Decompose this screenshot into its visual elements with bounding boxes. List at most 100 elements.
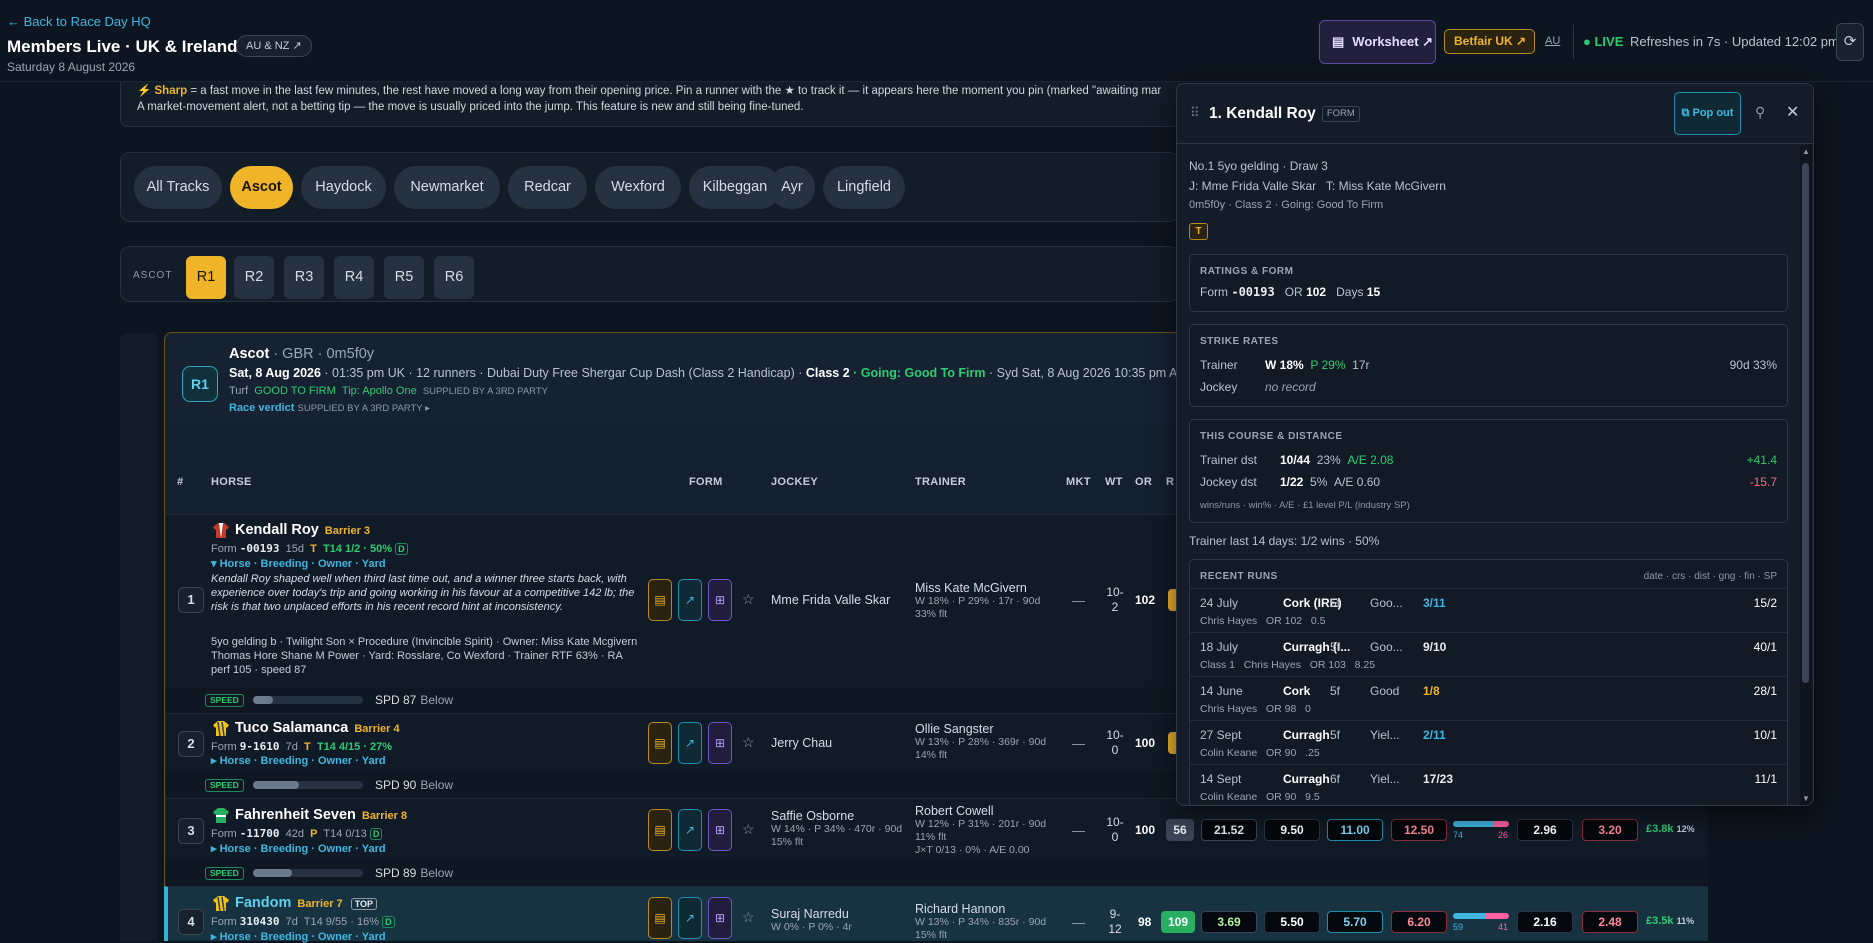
track-tab-kilbeggan[interactable]: Kilbeggan xyxy=(689,166,781,209)
region-switch-pill[interactable]: AU & NZ ↗ xyxy=(236,35,312,57)
track-tab-haydock[interactable]: Haydock xyxy=(301,166,386,209)
race-verdict-toggle[interactable]: Race verdict SUPPLIED BY A 3RD PARTY ▸ xyxy=(229,402,430,414)
notes-icon: ▤ xyxy=(654,736,666,750)
form-summary: Form -11700 42d P T14 0/13 D xyxy=(211,827,383,840)
race-tab-r6[interactable]: R6 xyxy=(434,256,474,299)
external-link-icon: ⧉ xyxy=(1681,107,1693,119)
pin-star-icon[interactable]: ☆ xyxy=(742,821,755,838)
course-distance-card: THIS COURSE & DISTANCE Trainer dst 10/44… xyxy=(1189,419,1788,523)
panel-header: ⠿ 1. Kendall Roy FORM ⧉ Pop out ⚲ ✕ xyxy=(1177,84,1813,144)
speed-tag: SPEED xyxy=(205,867,244,880)
drag-handle-icon[interactable]: ⠿ xyxy=(1190,105,1200,121)
col-horse[interactable]: HORSE xyxy=(211,476,252,488)
market-value: — xyxy=(1072,823,1085,838)
pin-icon[interactable]: ⚲ xyxy=(1755,104,1765,121)
jockey-cell: Suraj Narredu W 0% · P 0% · 4r xyxy=(771,907,852,933)
worksheet-add-button[interactable]: ⊞ xyxy=(708,897,732,939)
pop-out-button[interactable]: ⧉ Pop out xyxy=(1674,92,1741,135)
recent-run-row[interactable]: 14 June Cork 5f Good 1/8 28/1 Chris Haye… xyxy=(1190,676,1787,720)
close-icon[interactable]: ✕ xyxy=(1786,102,1799,122)
notes-button[interactable]: ▤ xyxy=(648,722,672,764)
lay-pct: 41 xyxy=(1498,922,1509,932)
runs-legend: date · crs · dist · gng · fin · SP xyxy=(1643,571,1777,582)
odds-1: 3.69 xyxy=(1201,911,1257,933)
rating-badge: 109 xyxy=(1161,911,1195,933)
horse-name[interactable]: Tuco Salamanca Barrier 4 xyxy=(235,720,400,736)
trainer-dst-pl: +41.4 xyxy=(1746,453,1777,467)
pin-star-icon[interactable]: ☆ xyxy=(742,909,755,926)
chart-button[interactable]: ↗ xyxy=(678,579,702,621)
col-or[interactable]: OR xyxy=(1135,476,1152,488)
panel-scrollbar[interactable]: ▲ ▼ xyxy=(1800,145,1812,805)
notes-button[interactable]: ▤ xyxy=(648,579,672,621)
track-tab-wexford[interactable]: Wexford xyxy=(595,166,681,209)
money-traded: £3.8k 12% xyxy=(1646,823,1695,835)
chart-button[interactable]: ↗ xyxy=(678,809,702,851)
track-tab-newmarket[interactable]: Newmarket xyxy=(394,166,500,209)
speed-bar xyxy=(253,696,363,704)
pin-star-icon[interactable]: ☆ xyxy=(742,591,755,608)
col-jockey[interactable]: JOCKEY xyxy=(771,476,818,488)
back-pct: 59 xyxy=(1453,922,1464,932)
race-tab-r5[interactable]: R5 xyxy=(384,256,424,299)
refresh-button[interactable]: ⟳ xyxy=(1836,23,1864,61)
race-tab-r3[interactable]: R3 xyxy=(284,256,324,299)
back-link[interactable]: ← Back to Race Day HQ xyxy=(7,14,151,29)
race-tab-r1[interactable]: R1 xyxy=(186,256,226,299)
scrollbar-thumb[interactable] xyxy=(1802,163,1809,683)
notes-button[interactable]: ▤ xyxy=(648,809,672,851)
worksheet-add-button[interactable]: ⊞ xyxy=(708,579,732,621)
worksheet-button[interactable]: ▤ Worksheet ↗ xyxy=(1319,20,1436,64)
worksheet-add-button[interactable]: ⊞ xyxy=(708,809,732,851)
odds-6: 3.20 xyxy=(1582,819,1638,841)
chart-button[interactable]: ↗ xyxy=(678,722,702,764)
recent-run-row[interactable]: 18 July Curragh (I... 5f Goo... 9/10 40/… xyxy=(1190,632,1787,676)
recent-run-row[interactable]: 24 July Cork (IRE) 5f Goo... 3/11 15/2 C… xyxy=(1190,588,1787,632)
chart-icon: ↗ xyxy=(684,911,696,925)
race-tab-r4[interactable]: R4 xyxy=(334,256,374,299)
chart-button[interactable]: ↗ xyxy=(678,897,702,939)
recent-run-row[interactable]: 14 Sept Curragh 6f Yiel... 17/23 11/1 Co… xyxy=(1190,764,1787,805)
track-tab-redcar[interactable]: Redcar xyxy=(508,166,587,209)
jockey-name: Mme Frida Valle Skar xyxy=(771,593,891,607)
col-trainer[interactable]: TRAINER xyxy=(915,476,966,488)
horse-name[interactable]: Kendall Roy Barrier 3 xyxy=(235,522,370,538)
col-form[interactable]: FORM xyxy=(689,476,723,488)
horse-links-toggle[interactable]: ▸ Horse · Breeding · Owner · Yard xyxy=(211,842,386,855)
scroll-down-icon[interactable]: ▼ xyxy=(1802,794,1810,803)
race-bar-label: ASCOT xyxy=(133,270,173,281)
table-row[interactable]: 4 Fandom Barrier 7 TOP Form 310430 7d T14… xyxy=(164,886,1708,943)
recent-run-row[interactable]: 27 Sept Curragh 5f Yiel... 2/11 10/1 Col… xyxy=(1190,720,1787,764)
au-link[interactable]: AU xyxy=(1545,35,1560,47)
track-tab-lingfield[interactable]: Lingfield xyxy=(823,166,905,209)
track-tab-ascot[interactable]: Ascot xyxy=(230,166,293,209)
lay-pct: 26 xyxy=(1498,830,1509,840)
notes-button[interactable]: ▤ xyxy=(648,897,672,939)
horse-links-toggle[interactable]: ▸ Horse · Breeding · Owner · Yard xyxy=(211,930,386,943)
horse-links-toggle[interactable]: ▸ Horse · Breeding · Owner · Yard xyxy=(211,754,386,767)
col-num[interactable]: # xyxy=(177,476,183,488)
betfair-button[interactable]: Betfair UK ↗ xyxy=(1444,29,1535,54)
horse-links-toggle[interactable]: ▾ Horse · Breeding · Owner · Yard xyxy=(211,557,386,570)
pin-star-icon[interactable]: ☆ xyxy=(742,734,755,751)
table-row[interactable]: 3 Fahrenheit Seven Barrier 8 Form -11700 … xyxy=(164,798,1708,860)
col-wt[interactable]: WT xyxy=(1105,476,1123,488)
horse-name[interactable]: Fahrenheit Seven Barrier 8 xyxy=(235,807,407,823)
odds-3[interactable]: 5.70 xyxy=(1327,911,1383,933)
col-mkt[interactable]: MKT xyxy=(1066,476,1091,488)
market-value: — xyxy=(1072,915,1085,930)
odds-2[interactable]: 9.50 xyxy=(1264,819,1320,841)
odds-2[interactable]: 5.50 xyxy=(1264,911,1320,933)
col-rating[interactable]: R xyxy=(1166,476,1174,488)
form-summary: Form 310430 7d T14 9/55 · 16% D xyxy=(211,915,395,928)
scroll-up-icon[interactable]: ▲ xyxy=(1802,147,1810,156)
race-tab-r2[interactable]: R2 xyxy=(234,256,274,299)
horse-name[interactable]: Fandom Barrier 7 TOP xyxy=(235,895,378,911)
banner-line-2: A market-movement alert, not a betting t… xyxy=(137,101,804,113)
odds-3[interactable]: 11.00 xyxy=(1327,819,1383,841)
odds-4[interactable]: 6.20 xyxy=(1391,911,1447,933)
odds-4[interactable]: 12.50 xyxy=(1391,819,1447,841)
track-tab-ayr[interactable]: Ayr xyxy=(769,166,815,209)
track-tab-all[interactable]: All Tracks xyxy=(134,166,222,209)
worksheet-add-button[interactable]: ⊞ xyxy=(708,722,732,764)
